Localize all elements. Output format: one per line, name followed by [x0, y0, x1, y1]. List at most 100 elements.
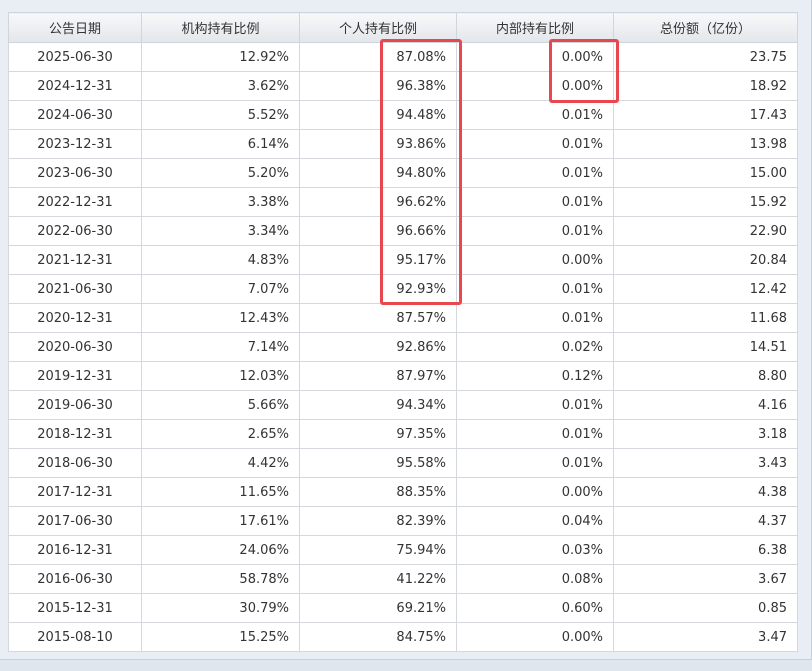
cell-date: 2024-06-30 — [8, 100, 142, 130]
cell-date: 2023-12-31 — [8, 129, 142, 159]
cell-total-shares: 14.51 — [613, 332, 798, 362]
cell-individual: 87.97% — [299, 361, 457, 391]
table-row: 2018-06-30 4.42% 95.58% 0.01% 3.43 — [8, 448, 798, 478]
cell-internal: 0.01% — [456, 129, 614, 159]
cell-individual: 88.35% — [299, 477, 457, 507]
cell-date: 2025-06-30 — [8, 42, 142, 72]
cell-internal: 0.01% — [456, 158, 614, 188]
cell-individual: 96.62% — [299, 187, 457, 217]
cell-institutional: 7.14% — [141, 332, 300, 362]
cell-individual: 82.39% — [299, 506, 457, 536]
cell-institutional: 3.38% — [141, 187, 300, 217]
cell-institutional: 24.06% — [141, 535, 300, 565]
cell-institutional: 5.52% — [141, 100, 300, 130]
cell-individual: 92.86% — [299, 332, 457, 362]
cell-date: 2021-12-31 — [8, 245, 142, 275]
cell-date: 2024-12-31 — [8, 71, 142, 101]
cell-date: 2019-12-31 — [8, 361, 142, 391]
cell-individual: 84.75% — [299, 622, 457, 652]
cell-internal: 0.00% — [456, 622, 614, 652]
cell-institutional: 30.79% — [141, 593, 300, 623]
cell-total-shares: 6.38 — [613, 535, 798, 565]
cell-institutional: 11.65% — [141, 477, 300, 507]
cell-internal: 0.01% — [456, 303, 614, 333]
cell-individual: 87.57% — [299, 303, 457, 333]
column-header-internal[interactable]: 内部持有比例 — [456, 12, 614, 43]
cell-total-shares: 15.00 — [613, 158, 798, 188]
column-header-individual[interactable]: 个人持有比例 — [299, 12, 457, 43]
cell-date: 2017-12-31 — [8, 477, 142, 507]
table-row: 2017-06-30 17.61% 82.39% 0.04% 4.37 — [8, 506, 798, 536]
cell-individual: 69.21% — [299, 593, 457, 623]
table-row: 2023-12-31 6.14% 93.86% 0.01% 13.98 — [8, 129, 798, 159]
cell-date: 2023-06-30 — [8, 158, 142, 188]
cell-institutional: 3.34% — [141, 216, 300, 246]
cell-date: 2022-12-31 — [8, 187, 142, 217]
cell-internal: 0.03% — [456, 535, 614, 565]
table-row: 2016-06-30 58.78% 41.22% 0.08% 3.67 — [8, 564, 798, 594]
cell-total-shares: 0.85 — [613, 593, 798, 623]
cell-date: 2022-06-30 — [8, 216, 142, 246]
table-row: 2020-06-30 7.14% 92.86% 0.02% 14.51 — [8, 332, 798, 362]
cell-date: 2015-12-31 — [8, 593, 142, 623]
cell-date: 2018-06-30 — [8, 448, 142, 478]
table-row: 2021-12-31 4.83% 95.17% 0.00% 20.84 — [8, 245, 798, 275]
cell-total-shares: 20.84 — [613, 245, 798, 275]
cell-date: 2015-08-10 — [8, 622, 142, 652]
cell-institutional: 15.25% — [141, 622, 300, 652]
cell-date: 2017-06-30 — [8, 506, 142, 536]
column-header-total-shares[interactable]: 总份额（亿份） — [613, 12, 798, 43]
cell-individual: 93.86% — [299, 129, 457, 159]
cell-date: 2020-06-30 — [8, 332, 142, 362]
column-header-institutional[interactable]: 机构持有比例 — [141, 12, 300, 43]
table-row: 2017-12-31 11.65% 88.35% 0.00% 4.38 — [8, 477, 798, 507]
table-row: 2016-12-31 24.06% 75.94% 0.03% 6.38 — [8, 535, 798, 565]
cell-date: 2016-06-30 — [8, 564, 142, 594]
cell-individual: 41.22% — [299, 564, 457, 594]
cell-individual: 94.34% — [299, 390, 457, 420]
cell-internal: 0.02% — [456, 332, 614, 362]
table-row: 2015-12-31 30.79% 69.21% 0.60% 0.85 — [8, 593, 798, 623]
cell-internal: 0.00% — [456, 42, 614, 72]
cell-total-shares: 15.92 — [613, 187, 798, 217]
cell-total-shares: 18.92 — [613, 71, 798, 101]
table-row: 2024-06-30 5.52% 94.48% 0.01% 17.43 — [8, 100, 798, 130]
cell-individual: 87.08% — [299, 42, 457, 72]
cell-institutional: 6.14% — [141, 129, 300, 159]
cell-internal: 0.00% — [456, 71, 614, 101]
cell-institutional: 5.20% — [141, 158, 300, 188]
cell-date: 2020-12-31 — [8, 303, 142, 333]
cell-institutional: 12.92% — [141, 42, 300, 72]
cell-internal: 0.12% — [456, 361, 614, 391]
cell-total-shares: 23.75 — [613, 42, 798, 72]
table-row: 2022-12-31 3.38% 96.62% 0.01% 15.92 — [8, 187, 798, 217]
table-row: 2024-12-31 3.62% 96.38% 0.00% 18.92 — [8, 71, 798, 101]
cell-institutional: 12.43% — [141, 303, 300, 333]
cell-individual: 92.93% — [299, 274, 457, 304]
cell-institutional: 7.07% — [141, 274, 300, 304]
cell-individual: 94.48% — [299, 100, 457, 130]
cell-internal: 0.00% — [456, 245, 614, 275]
cell-individual: 96.38% — [299, 71, 457, 101]
column-header-date[interactable]: 公告日期 — [8, 12, 142, 43]
table-row: 2018-12-31 2.65% 97.35% 0.01% 3.18 — [8, 419, 798, 449]
bottom-strip — [0, 659, 812, 671]
table-row: 2021-06-30 7.07% 92.93% 0.01% 12.42 — [8, 274, 798, 304]
table-row: 2015-08-10 15.25% 84.75% 0.00% 3.47 — [8, 622, 798, 652]
cell-internal: 0.04% — [456, 506, 614, 536]
table-row: 2022-06-30 3.34% 96.66% 0.01% 22.90 — [8, 216, 798, 246]
cell-institutional: 17.61% — [141, 506, 300, 536]
cell-internal: 0.01% — [456, 419, 614, 449]
table-row: 2025-06-30 12.92% 87.08% 0.00% 23.75 — [8, 42, 798, 72]
cell-total-shares: 3.47 — [613, 622, 798, 652]
cell-total-shares: 3.18 — [613, 419, 798, 449]
cell-internal: 0.01% — [456, 390, 614, 420]
cell-total-shares: 4.37 — [613, 506, 798, 536]
cell-institutional: 3.62% — [141, 71, 300, 101]
cell-institutional: 4.42% — [141, 448, 300, 478]
cell-internal: 0.60% — [456, 593, 614, 623]
cell-total-shares: 3.67 — [613, 564, 798, 594]
cell-internal: 0.01% — [456, 274, 614, 304]
cell-individual: 94.80% — [299, 158, 457, 188]
table-row: 2019-06-30 5.66% 94.34% 0.01% 4.16 — [8, 390, 798, 420]
